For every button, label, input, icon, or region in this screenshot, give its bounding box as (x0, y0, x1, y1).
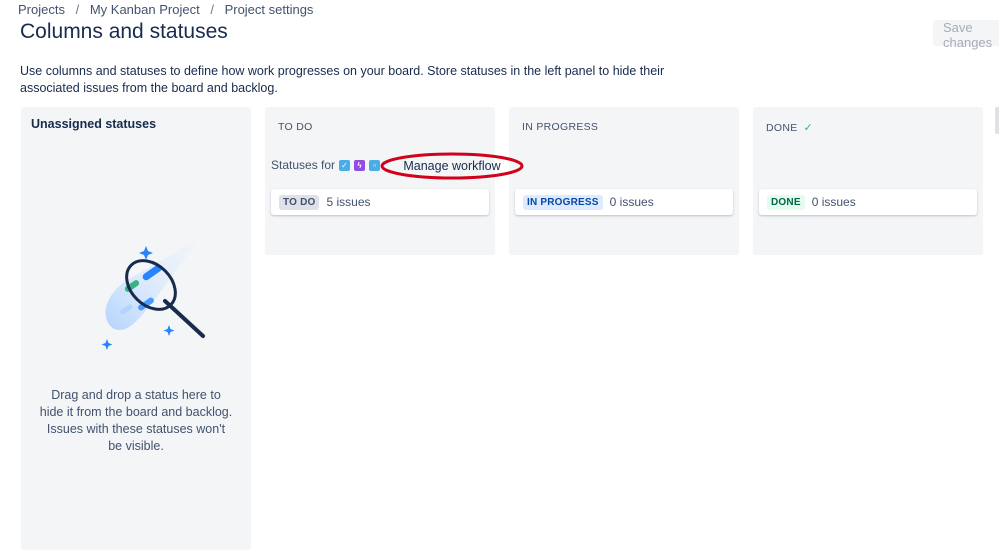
breadcrumb: Projects / My Kanban Project / Project s… (18, 2, 313, 17)
unassigned-statuses-title: Unassigned statuses (31, 117, 157, 131)
status-lozenge: TO DO (279, 194, 320, 210)
issue-count: 0 issues (811, 195, 856, 209)
next-column-edge[interactable] (995, 107, 999, 134)
status-card-in-progress[interactable]: IN PROGRESS 0 issues (515, 189, 733, 215)
page-title: Columns and statuses (20, 20, 228, 43)
column-to-do[interactable]: TO DO (265, 107, 495, 255)
epic-icon: ϟ (354, 159, 366, 171)
breadcrumb-separator: / (75, 2, 80, 17)
status-lozenge: IN PROGRESS (523, 194, 603, 210)
task-icon: ✓ (339, 159, 351, 171)
issue-count: 5 issues (326, 195, 371, 209)
column-name: DONE (766, 121, 798, 134)
breadcrumb-separator: / (210, 2, 214, 17)
unassigned-statuses-panel[interactable]: Unassigned statuses Drag and drop a stat… (21, 107, 251, 550)
column-in-progress[interactable]: IN PROGRESS (509, 107, 739, 255)
unassigned-help-text: Drag and drop a status here to hide it f… (39, 388, 233, 453)
breadcrumb-project[interactable]: My Kanban Project (90, 2, 200, 17)
done-check-icon: ✓ (803, 122, 814, 134)
column-name: IN PROGRESS (522, 121, 599, 133)
save-changes-button[interactable]: Save changes (933, 20, 999, 50)
issue-count: 0 issues (609, 195, 654, 209)
column-name: TO DO (278, 121, 313, 133)
page-description: Use columns and statuses to define how w… (20, 64, 665, 95)
column-header[interactable]: TO DO (278, 121, 313, 133)
column-header[interactable]: DONE ✓ (766, 121, 814, 135)
breadcrumb-projects[interactable]: Projects (18, 2, 65, 17)
status-card-done[interactable]: DONE 0 issues (759, 189, 977, 215)
status-lozenge: DONE (767, 194, 805, 210)
breadcrumb-settings[interactable]: Project settings (225, 2, 314, 17)
statuses-for-label: Statuses for (271, 158, 336, 172)
column-header[interactable]: IN PROGRESS (522, 121, 598, 133)
column-done[interactable]: DONE ✓ (753, 107, 983, 255)
status-card-to-do[interactable]: TO DO 5 issues (271, 189, 489, 215)
manage-workflow-link[interactable]: Manage workflow (386, 156, 518, 176)
racket-illustration-icon (101, 239, 205, 350)
statuses-for-row: Statuses for ✓ ϟ ▫ (271, 158, 381, 172)
